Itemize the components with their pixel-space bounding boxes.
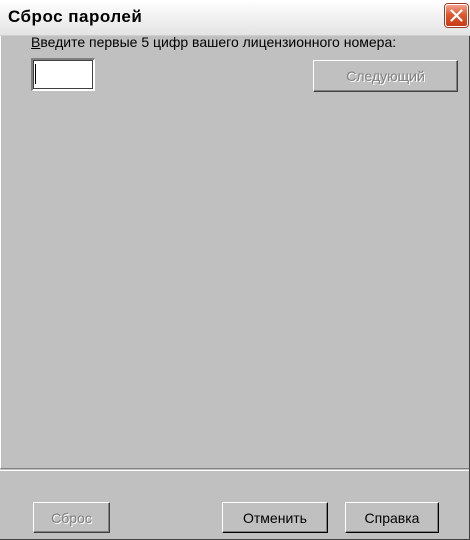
- reset-button[interactable]: Сброс: [33, 502, 110, 533]
- license-prompt-label: Введите первые 5 цифр вашего лицензионно…: [31, 34, 396, 50]
- accelerator-key: В: [31, 34, 41, 50]
- license-prompt-text: ведите первые 5 цифр вашего лицензионног…: [40, 34, 397, 50]
- dialog-body: [0, 36, 469, 469]
- title-bar[interactable]: Сброс паролей: [0, 0, 470, 36]
- cancel-button[interactable]: Отменить: [222, 502, 328, 533]
- password-reset-dialog: Сброс паролей Введите первые 5 цифр ваше…: [0, 0, 470, 540]
- text-caret: [35, 64, 36, 84]
- next-button[interactable]: Следующий: [313, 60, 458, 92]
- window-title: Сброс паролей: [8, 7, 143, 26]
- help-button[interactable]: Справка: [345, 502, 439, 533]
- close-icon: [450, 9, 463, 22]
- close-button[interactable]: [445, 4, 468, 27]
- license-number-input[interactable]: [31, 58, 95, 91]
